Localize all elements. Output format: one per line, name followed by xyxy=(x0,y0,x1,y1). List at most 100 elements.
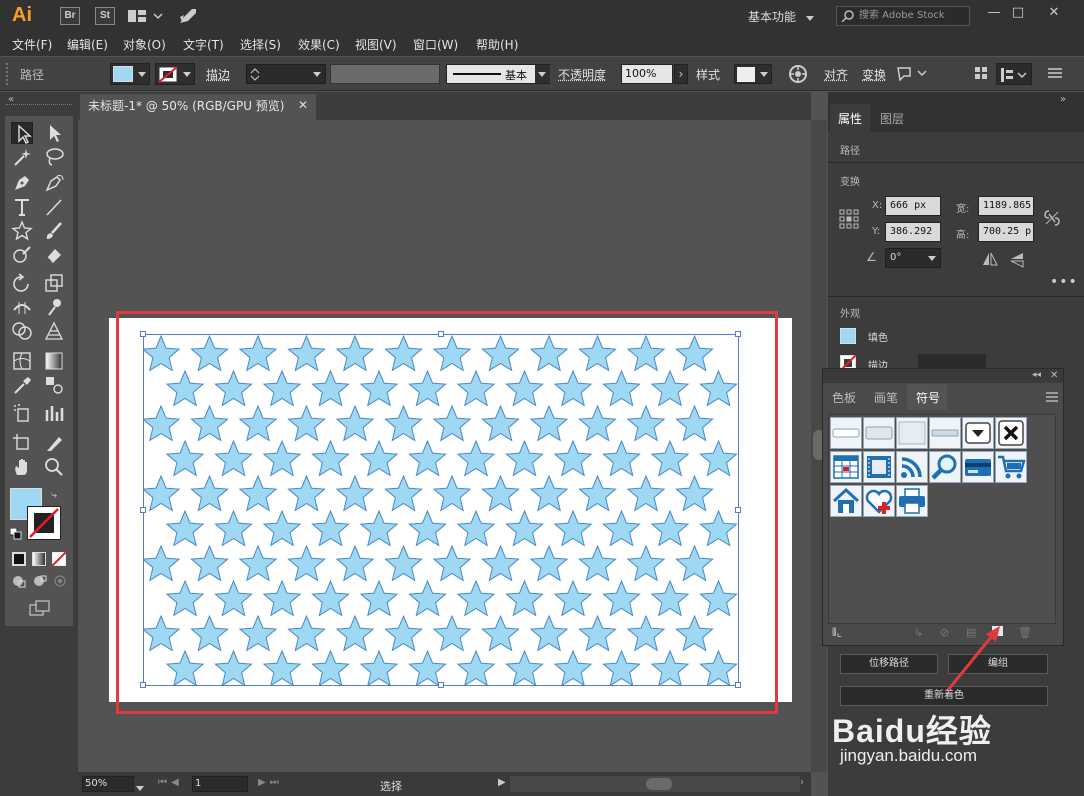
panel-menu-icon[interactable] xyxy=(1048,67,1062,79)
perspective-grid-tool-icon[interactable] xyxy=(43,320,65,342)
close-panel-icon[interactable]: ✕ xyxy=(1050,370,1058,381)
symbols-panel-header[interactable] xyxy=(823,369,1063,383)
width-tool-icon[interactable] xyxy=(11,296,33,318)
gradient-mode-icon[interactable] xyxy=(32,552,46,566)
menu-view[interactable]: 视图(V) xyxy=(355,36,397,53)
symbol-button-1-icon[interactable] xyxy=(830,417,862,449)
zoom-dropdown[interactable] xyxy=(136,780,144,794)
puppet-warp-tool-icon[interactable] xyxy=(43,296,65,318)
pen-tool-icon[interactable] xyxy=(11,172,33,194)
x-field[interactable]: 666 px xyxy=(885,196,941,216)
slice-tool-icon[interactable] xyxy=(43,432,65,454)
scale-tool-icon[interactable] xyxy=(43,272,65,294)
menu-file[interactable]: 文件(F) xyxy=(12,36,52,53)
horizontal-scrollbar[interactable] xyxy=(510,776,800,792)
symbol-magnifier-icon[interactable] xyxy=(929,451,961,483)
collapse-panel-icon[interactable]: ◂◂ xyxy=(1032,370,1041,380)
symbol-sprayer-tool-icon[interactable] xyxy=(11,402,33,424)
symbol-rss-feed-icon[interactable] xyxy=(896,451,928,483)
horizontal-scroll-thumb[interactable] xyxy=(646,778,672,790)
symbol-dropdown-arrow-icon[interactable] xyxy=(962,417,994,449)
stock-button[interactable]: St xyxy=(95,7,115,25)
graphic-style-selector[interactable] xyxy=(734,64,772,84)
page-number-field[interactable]: 1 xyxy=(192,776,248,792)
symbol-button-3-icon[interactable] xyxy=(896,417,928,449)
draw-normal-icon[interactable] xyxy=(11,574,27,588)
chevron-right-icon[interactable]: › xyxy=(674,64,688,84)
stroke-label[interactable]: 描边 xyxy=(206,66,230,83)
hand-tool-icon[interactable] xyxy=(11,456,33,478)
symbol-heart-plus-icon[interactable] xyxy=(863,485,895,517)
menu-type[interactable]: 文字(T) xyxy=(183,36,224,53)
transform-link[interactable]: 变换 xyxy=(862,66,886,83)
tab-swatches[interactable]: 色板 xyxy=(832,389,856,406)
panel-layout-button[interactable] xyxy=(996,63,1032,85)
menu-window[interactable]: 窗口(W) xyxy=(413,36,458,53)
panel-menu-icon[interactable] xyxy=(1046,392,1058,402)
blend-tool-icon[interactable] xyxy=(43,374,65,396)
symbol-film-icon[interactable] xyxy=(863,451,895,483)
flip-vertical-icon[interactable] xyxy=(1010,252,1024,268)
fill-color-selector[interactable] xyxy=(110,63,150,85)
rotate-tool-icon[interactable] xyxy=(11,272,33,294)
appearance-fill-swatch[interactable] xyxy=(840,328,856,344)
rotate-field[interactable]: 0° xyxy=(885,248,941,268)
document-tab[interactable]: 未标题-1* @ 50% (RGB/GPU 预览) xyxy=(80,94,316,120)
page-nav-prev-icons[interactable]: ⏮◀ xyxy=(158,777,183,788)
magic-wand-tool-icon[interactable] xyxy=(11,146,33,168)
height-field[interactable]: 700.25 p xyxy=(978,222,1034,242)
status-menu-arrow-icon[interactable]: ▶ xyxy=(498,777,506,788)
publish-rocket-icon[interactable] xyxy=(178,7,198,25)
align-link[interactable]: 对齐 xyxy=(824,66,848,83)
symbol-libraries-icon[interactable]: ⫴⌞ xyxy=(832,626,842,640)
reference-point-icon[interactable] xyxy=(839,209,859,229)
symbol-home-icon[interactable] xyxy=(830,485,862,517)
tab-brushes[interactable]: 画笔 xyxy=(874,389,898,406)
lasso-tool-icon[interactable] xyxy=(43,146,65,168)
recolor-artwork-icon[interactable] xyxy=(788,64,808,84)
opacity-field[interactable]: 100% xyxy=(621,64,673,84)
symbol-close-x-icon[interactable] xyxy=(995,417,1027,449)
tool-panel-grip[interactable] xyxy=(6,104,72,110)
symbol-credit-card-icon[interactable] xyxy=(962,451,994,483)
appearance-stroke-weight[interactable] xyxy=(918,354,986,368)
variable-width-profile[interactable] xyxy=(330,64,440,84)
menu-effect[interactable]: 效果(C) xyxy=(298,36,340,53)
symbol-button-4-icon[interactable] xyxy=(929,417,961,449)
width-field[interactable]: 1189.865 xyxy=(978,196,1034,216)
stroke-color-selector[interactable] xyxy=(155,63,195,85)
y-field[interactable]: 386.292 xyxy=(885,222,941,242)
menu-edit[interactable]: 编辑(E) xyxy=(67,36,108,53)
selection-tool-icon[interactable] xyxy=(11,122,33,144)
draw-behind-icon[interactable] xyxy=(32,574,48,588)
scroll-right-icon[interactable]: › xyxy=(800,777,804,788)
delete-symbol-icon[interactable]: 🗑 xyxy=(1018,626,1032,639)
symbol-button-2-icon[interactable] xyxy=(863,417,895,449)
line-tool-icon[interactable] xyxy=(43,196,65,218)
maximize-button[interactable]: □ xyxy=(1004,4,1032,22)
stroke-weight-field[interactable] xyxy=(246,64,326,84)
none-mode-icon[interactable] xyxy=(52,552,66,566)
mesh-tool-icon[interactable] xyxy=(11,350,33,372)
symbol-shopping-cart-icon[interactable] xyxy=(995,451,1027,483)
symbol-printer-icon[interactable] xyxy=(896,485,928,517)
bridge-button[interactable]: Br xyxy=(60,7,80,25)
artboard-tool-icon[interactable] xyxy=(11,432,33,454)
more-options-icon[interactable]: ••• xyxy=(1050,274,1078,290)
zoom-level-field[interactable]: 50% xyxy=(82,776,134,792)
offset-path-button[interactable]: 位移路径 xyxy=(840,654,938,674)
control-bar-grip[interactable] xyxy=(6,63,10,85)
star-tool-icon[interactable] xyxy=(11,220,33,242)
tab-layers[interactable]: 图层 xyxy=(880,110,904,127)
opacity-label[interactable]: 不透明度 xyxy=(558,66,606,83)
zoom-tool-icon[interactable] xyxy=(43,456,65,478)
tab-symbols[interactable]: 符号 xyxy=(916,389,940,406)
brush-definition-selector[interactable]: 基本 xyxy=(446,64,550,84)
grid-arrange-icon[interactable] xyxy=(974,66,988,80)
constrain-proportions-icon[interactable] xyxy=(1044,209,1060,227)
menu-select[interactable]: 选择(S) xyxy=(240,36,281,53)
eyedropper-tool-icon[interactable] xyxy=(11,374,33,396)
stock-search-input[interactable]: 搜索 Adobe Stock xyxy=(836,6,970,26)
isolate-icon[interactable] xyxy=(896,64,930,82)
curvature-tool-icon[interactable] xyxy=(43,172,65,194)
